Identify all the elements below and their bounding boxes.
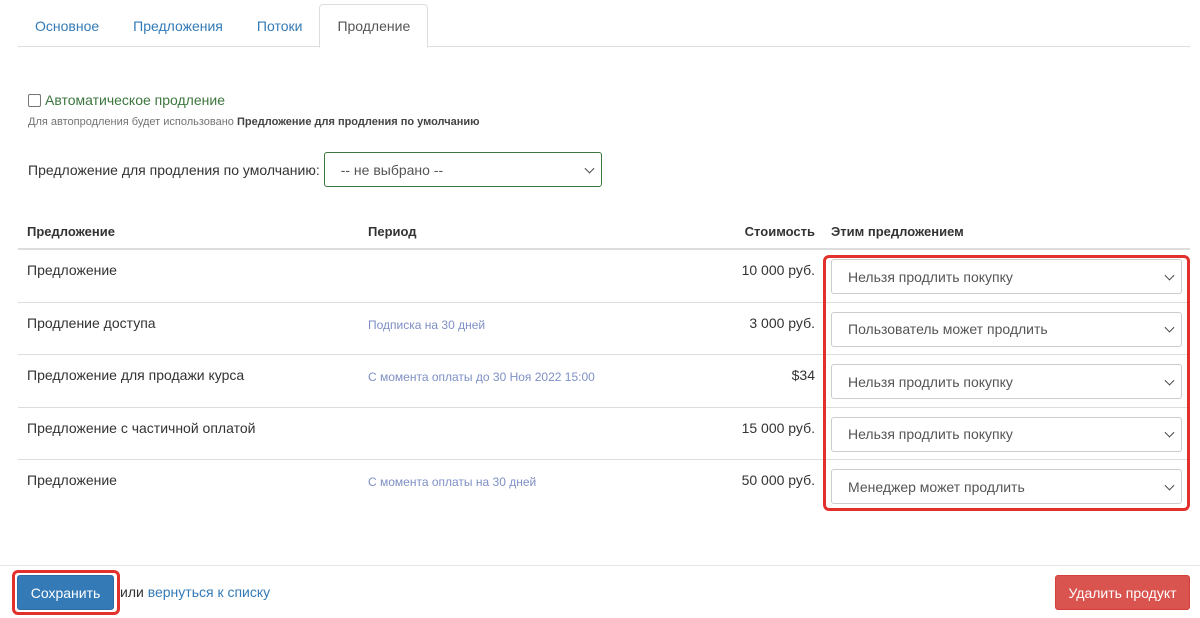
renewal-action-value: Нельзя продлить покупку: [848, 373, 1013, 390]
offer-cost: 15 000 руб.: [741, 419, 815, 436]
auto-renewal-label[interactable]: Автоматическое продление: [45, 92, 225, 108]
offer-period: С момента оплаты на 30 дней: [368, 475, 537, 489]
renewal-action-value: Пользователь может продлить: [848, 321, 1048, 337]
tab-bar: Основное Предложения Потоки Продление: [18, 4, 1190, 48]
save-button[interactable]: Сохранить: [17, 575, 114, 610]
auto-renewal-checkbox[interactable]: [28, 93, 41, 107]
table-row: Предложение С момента оплаты на 30 дней …: [18, 460, 1190, 513]
offer-period: С момента оплаты до 30 Ноя 2022 15:00: [368, 370, 595, 384]
chevron-down-icon: [1164, 480, 1175, 491]
hint-bold-text: Предложение для продления по умолчанию: [237, 116, 480, 128]
offer-name: Предложение с частичной оплатой: [27, 419, 256, 436]
renewal-action-select[interactable]: Нельзя продлить покупку: [831, 364, 1182, 399]
tab-streams[interactable]: Потоки: [240, 4, 320, 47]
header-period: Период: [368, 224, 417, 239]
offer-name: Предложение: [27, 262, 117, 278]
offer-cost: $34: [791, 367, 815, 383]
hint-text: Для автопродления будет использовано: [28, 116, 234, 128]
renewal-action-value: Менеджер может продлить: [848, 478, 1025, 495]
tab-offers[interactable]: Предложения: [116, 4, 240, 47]
delete-product-button[interactable]: Удалить продукт: [1055, 575, 1190, 610]
default-offer-value: -- не выбрано --: [340, 161, 444, 178]
back-to-list-link[interactable]: вернуться к списку: [148, 584, 270, 600]
renewal-action-select[interactable]: Нельзя продлить покупку: [831, 416, 1182, 452]
renewal-action-value: Нельзя продлить покупку: [848, 426, 1013, 442]
table-row: Предложение для продажи курса С момента …: [18, 355, 1190, 408]
renewal-action-select[interactable]: Пользователь может продлить: [831, 311, 1182, 347]
table-row: Продление доступа Подписка на 30 дней 3 …: [18, 303, 1190, 355]
renewal-action-select[interactable]: Менеджер может продлить: [831, 469, 1182, 504]
header-offer: Предложение: [27, 224, 115, 239]
offer-name: Продление доступа: [27, 314, 156, 331]
table-header: Предложение Период Стоимость Этим предло…: [18, 214, 1190, 250]
chevron-down-icon: [584, 163, 595, 174]
chevron-down-icon: [1164, 375, 1175, 386]
offer-cost: 50 000 руб.: [741, 472, 815, 488]
table-row: Предложение 10 000 руб. Нельзя продлить …: [18, 250, 1190, 303]
tab-main[interactable]: Основное: [18, 4, 116, 47]
auto-renewal-row: Автоматическое продление: [28, 92, 225, 108]
offer-cost: 3 000 руб.: [749, 314, 815, 331]
offer-cost: 10 000 руб.: [741, 262, 815, 278]
renewal-action-value: Нельзя продлить покупку: [848, 268, 1013, 285]
offer-period: Подписка на 30 дней: [368, 317, 486, 332]
offer-name: Предложение для продажи курса: [27, 367, 245, 383]
back-link-row: или вернуться к списку: [120, 584, 270, 600]
offers-table: Предложение Период Стоимость Этим предло…: [18, 214, 1190, 513]
default-offer-label: Предложение для продления по умолчанию:: [28, 161, 320, 178]
header-cost: Стоимость: [744, 224, 815, 239]
auto-renewal-hint: Для автопродления будет использовано Пре…: [28, 116, 480, 128]
header-action: Этим предложением: [831, 224, 964, 239]
chevron-down-icon: [1164, 427, 1175, 438]
default-offer-select[interactable]: -- не выбрано --: [323, 152, 602, 187]
table-row: Предложение с частичной оплатой 15 000 р…: [18, 408, 1190, 460]
offer-name: Предложение: [27, 472, 117, 488]
or-text: или: [120, 584, 144, 600]
renewal-action-select[interactable]: Нельзя продлить покупку: [831, 259, 1182, 294]
chevron-down-icon: [1164, 322, 1175, 333]
tab-renewal[interactable]: Продление: [319, 4, 429, 48]
default-offer-row: Предложение для продления по умолчанию: …: [28, 152, 602, 187]
chevron-down-icon: [1164, 270, 1175, 281]
